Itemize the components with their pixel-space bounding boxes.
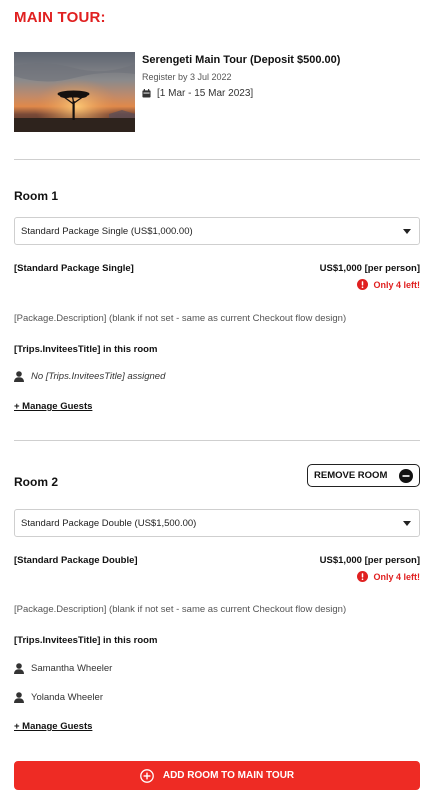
room-title: Room 1 <box>14 189 59 203</box>
remove-room-label: REMOVE ROOM <box>314 470 388 481</box>
tour-info: Serengeti Main Tour (Deposit $500.00) Re… <box>142 54 340 99</box>
package-select[interactable]: Standard Package Double (US$1,500.00) <box>14 509 420 537</box>
room-2: Room 2 REMOVE ROOM Standard Package Doub… <box>14 464 420 732</box>
add-room-label: ADD ROOM TO MAIN TOUR <box>162 770 295 781</box>
availability-text: Only 4 left! <box>373 571 420 582</box>
package-name: [Standard Package Single] <box>14 263 134 274</box>
guest-row: No [Trips.InviteesTitle] assigned <box>14 371 165 382</box>
tour-name: Serengeti Main Tour (Deposit $500.00) <box>142 54 341 66</box>
package-price: US$1,000 [per person] <box>319 263 420 274</box>
manage-guests-link[interactable]: + Manage Guests <box>14 721 92 732</box>
dropdown-arrow-icon <box>403 521 411 526</box>
package-select[interactable]: Standard Package Single (US$1,000.00) <box>14 217 420 245</box>
tour-card: Serengeti Main Tour (Deposit $500.00) Re… <box>14 52 420 132</box>
person-icon <box>14 663 24 674</box>
alert-icon <box>357 279 369 290</box>
guest-name: No [Trips.InviteesTitle] assigned <box>31 371 166 382</box>
tour-dates-text: [1 Mar - 15 Mar 2023] <box>157 88 254 99</box>
add-room-button[interactable]: ADD ROOM TO MAIN TOUR <box>14 761 420 790</box>
package-description: [Package.Description] (blank if not set … <box>14 604 347 615</box>
tour-image <box>14 52 135 132</box>
dropdown-arrow-icon <box>403 229 411 234</box>
guest-row: Samantha Wheeler <box>14 663 112 674</box>
remove-room-button[interactable]: REMOVE ROOM <box>307 464 420 487</box>
package-select-value: Standard Package Double (US$1,500.00) <box>21 517 197 529</box>
invitees-title: [Trips.InviteesTitle] in this room <box>14 344 158 355</box>
package-price: US$1,000 [per person] <box>319 555 420 566</box>
manage-guests-link[interactable]: + Manage Guests <box>14 401 92 412</box>
tour-dates: [1 Mar - 15 Mar 2023] <box>142 88 340 99</box>
availability-warning: Only 4 left! <box>357 279 420 290</box>
guest-name: Samantha Wheeler <box>31 663 113 674</box>
plus-circle-icon <box>139 768 154 783</box>
divider <box>14 440 420 441</box>
guest-name: Yolanda Wheeler <box>31 692 104 703</box>
package-select-value: Standard Package Single (US$1,000.00) <box>21 225 193 237</box>
alert-icon <box>357 571 369 582</box>
package-description: [Package.Description] (blank if not set … <box>14 313 347 324</box>
divider <box>14 159 420 160</box>
room-1: Room 1 Standard Package Single (US$1,000… <box>14 189 420 412</box>
guest-row: Yolanda Wheeler <box>14 692 103 703</box>
person-icon <box>14 692 24 703</box>
register-by-date: Register by 3 Jul 2022 <box>142 72 232 82</box>
availability-warning: Only 4 left! <box>357 571 420 582</box>
package-name: [Standard Package Double] <box>14 555 138 566</box>
minus-circle-icon <box>399 468 413 483</box>
invitees-title: [Trips.InviteesTitle] in this room <box>14 635 158 646</box>
section-title: MAIN TOUR: <box>14 9 106 26</box>
calendar-icon <box>142 89 151 98</box>
availability-text: Only 4 left! <box>373 279 420 290</box>
person-icon <box>14 371 24 382</box>
